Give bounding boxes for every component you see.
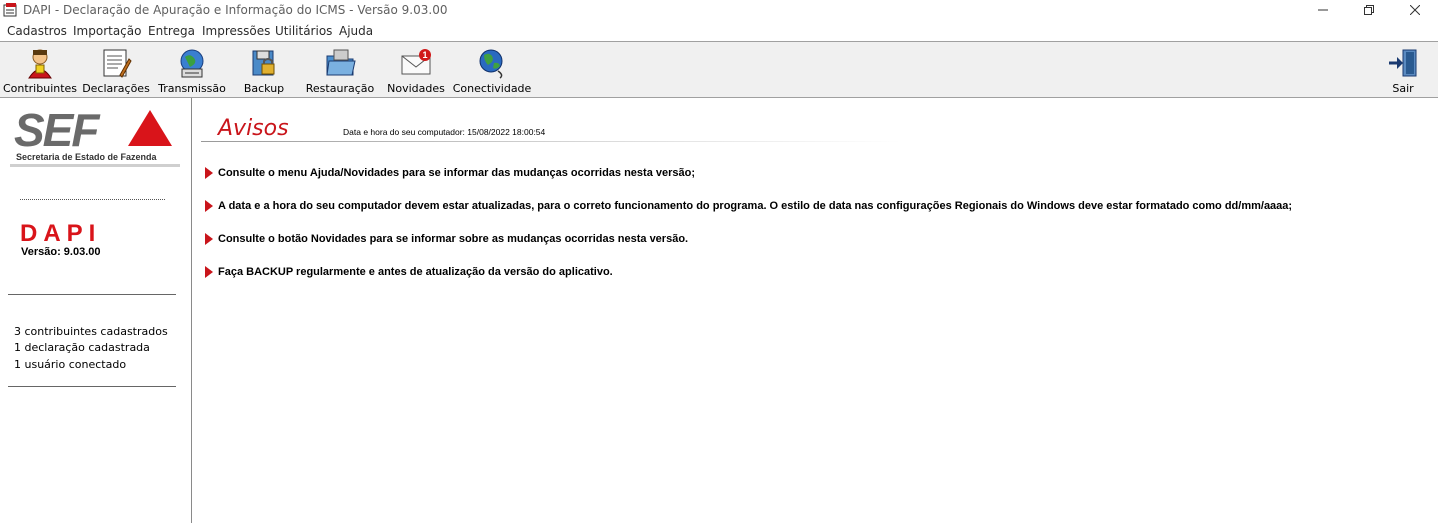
menu-impressoes[interactable]: Impressões (202, 24, 270, 38)
bullet-arrow-icon (205, 167, 213, 179)
restauracao-button[interactable]: Restauração (305, 45, 375, 97)
title-rule (201, 141, 901, 142)
restauracao-label: Restauração (305, 82, 375, 95)
contribuintes-icon (28, 49, 52, 79)
restauracao-icon (326, 49, 356, 76)
contribuintes-label: Contribuintes (2, 82, 78, 95)
divider (8, 294, 176, 295)
contribuintes-button[interactable]: Contribuintes (2, 45, 78, 97)
notice-text: Faça BACKUP regularmente e antes de atua… (218, 266, 613, 278)
menu-utilitarios[interactable]: Utilitários (275, 24, 332, 38)
close-button[interactable] (1392, 0, 1438, 20)
divider (8, 386, 176, 387)
novidades-badge: 1 (422, 50, 427, 60)
declaracoes-button[interactable]: Declarações (82, 45, 150, 97)
avisos-title: Avisos (218, 116, 289, 141)
notice-item: Consulte o botão Novidades para se infor… (205, 233, 688, 245)
exit-door-icon (1389, 49, 1417, 77)
stat-contribuintes: 3 contribuintes cadastrados (14, 325, 168, 338)
close-icon (1410, 5, 1420, 15)
svg-text:SEF: SEF (14, 106, 101, 156)
globe-icon (479, 49, 503, 79)
computer-datetime: Data e hora do seu computador: 15/08/202… (343, 127, 546, 137)
stat-usuarios: 1 usuário conectado (14, 358, 127, 371)
notice-text: Consulte o botão Novidades para se infor… (218, 233, 689, 245)
divider-dotted (20, 199, 165, 200)
bullet-arrow-icon (205, 233, 213, 245)
menu-bar: Cadastros Importação Entrega Impressões … (0, 21, 1438, 41)
notice-item: A data e a hora do seu computador devem … (205, 200, 1292, 212)
sidebar: SEF Secretaria de Estado de Fazenda DAPI… (0, 98, 192, 523)
minimize-icon (1318, 9, 1328, 11)
novidades-label: Novidades (387, 82, 445, 95)
declaracoes-label: Declarações (82, 82, 150, 95)
restore-icon (1364, 5, 1374, 15)
backup-icon (252, 50, 275, 76)
novidades-button[interactable]: 1 Novidades (386, 45, 446, 97)
transmissao-icon (180, 49, 204, 78)
notice-text: Consulte o menu Ajuda/Novidades para se … (218, 167, 696, 179)
declaracoes-icon (103, 49, 132, 78)
backup-label: Backup (243, 82, 285, 95)
menu-importacao[interactable]: Importação (73, 24, 141, 38)
menu-ajuda[interactable]: Ajuda (339, 24, 373, 38)
minimize-button[interactable] (1300, 0, 1346, 20)
bullet-arrow-icon (205, 200, 213, 212)
conectividade-label: Conectividade (452, 82, 532, 95)
svg-text:Secretaria de Estado de Fazend: Secretaria de Estado de Fazenda (16, 152, 158, 162)
sef-logo: SEF Secretaria de Estado de Fazenda (10, 106, 180, 167)
notice-item: Consulte o menu Ajuda/Novidades para se … (205, 167, 695, 179)
main-panel: Avisos Data e hora do seu computador: 15… (193, 98, 1438, 523)
menu-entrega[interactable]: Entrega (148, 24, 195, 38)
title-bar: DAPI - Declaração de Apuração e Informaç… (0, 0, 1438, 20)
transmissao-button[interactable]: Transmissão (158, 45, 226, 97)
sair-label: Sair (1392, 82, 1414, 95)
toolbar: Contribuintes Declarações Transmissão Ba… (0, 41, 1438, 98)
maximize-button[interactable] (1346, 0, 1392, 20)
menu-cadastros[interactable]: Cadastros (7, 24, 67, 38)
backup-button[interactable]: Backup (234, 45, 294, 97)
app-name: DAPI (20, 220, 102, 247)
app-version: Versão: 9.03.00 (21, 246, 101, 258)
bullet-arrow-icon (205, 266, 213, 278)
transmissao-label: Transmissão (158, 82, 226, 95)
notice-item: Faça BACKUP regularmente e antes de atua… (205, 266, 613, 278)
mail-icon: 1 (401, 49, 431, 75)
conectividade-button[interactable]: Conectividade (453, 45, 531, 97)
stat-declaracoes: 1 declaração cadastrada (14, 341, 150, 354)
sair-button[interactable]: Sair (1380, 45, 1426, 97)
window-title: DAPI - Declaração de Apuração e Informaç… (23, 3, 448, 17)
notice-text: A data e a hora do seu computador devem … (218, 200, 1293, 212)
app-icon (3, 3, 17, 17)
